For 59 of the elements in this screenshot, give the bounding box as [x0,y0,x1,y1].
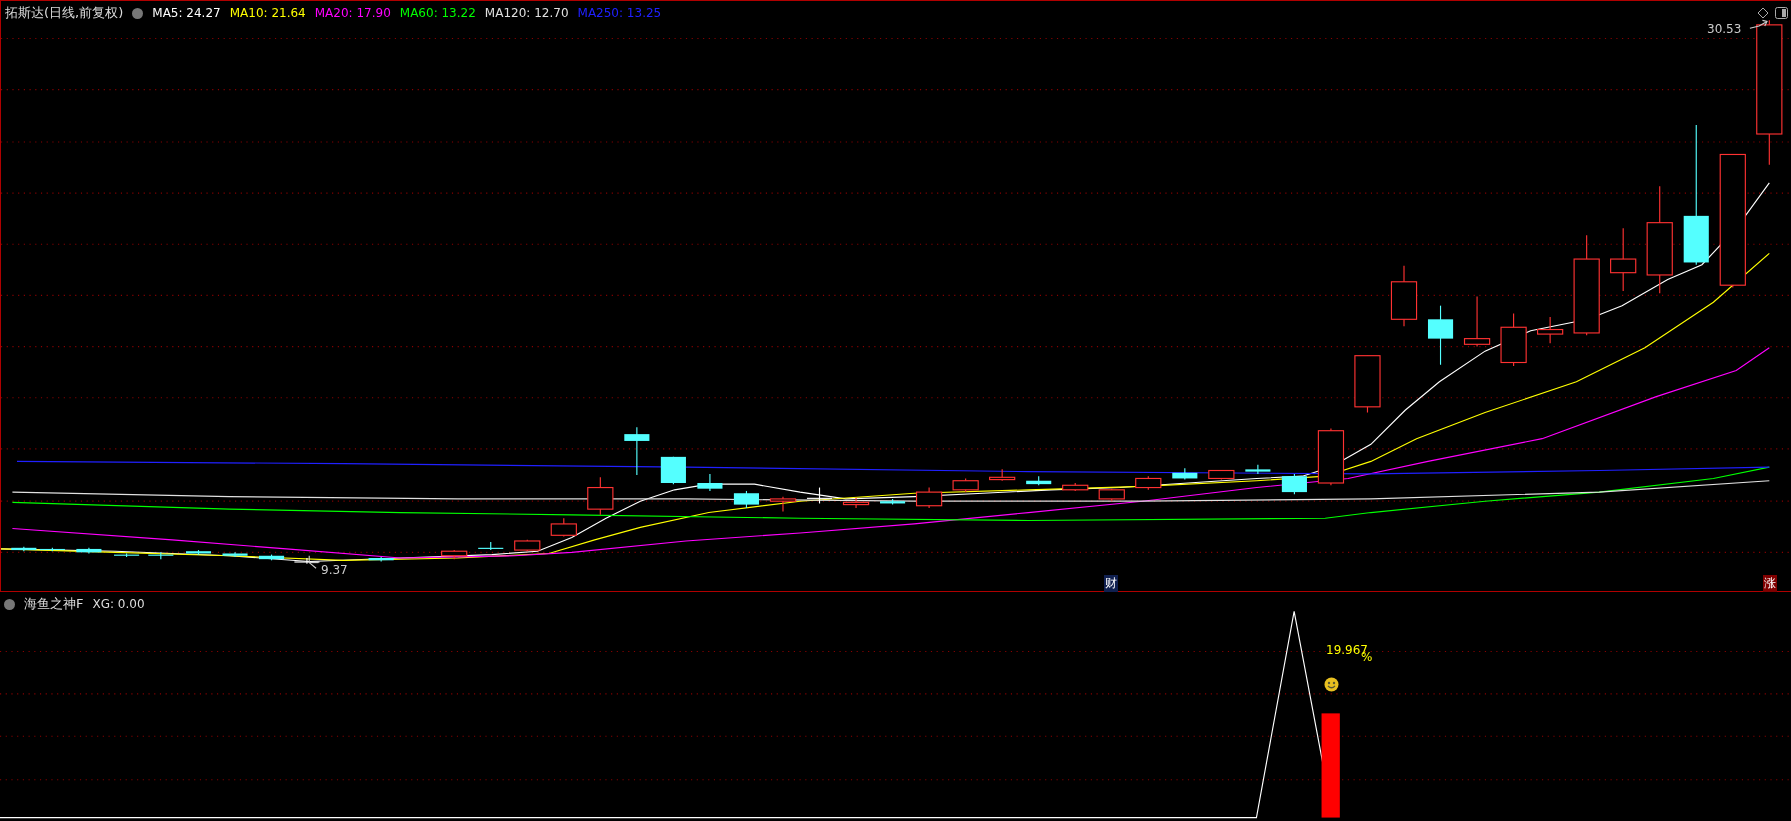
indicator-value: MA20: 17.90 [314,6,391,20]
candlestick [259,554,285,561]
candlestick [624,426,650,476]
candlestick [76,547,102,555]
candlestick [1428,305,1454,366]
candlestick [185,549,212,556]
arrow-icon [1749,19,1768,29]
low-price-label: 9.37 [321,563,348,577]
indicator-title: 海鱼之神F [24,595,84,613]
candlestick [880,498,906,506]
indicator-value: MA5: 24.27 [152,6,221,20]
candlestick [952,477,979,493]
candlestick [1537,316,1564,344]
candlestick [1208,469,1235,481]
candlestick [478,541,504,551]
candlestick [1463,296,1491,348]
candlestick [1245,464,1271,475]
candlestick [733,490,759,509]
event-marker[interactable]: 财 [1104,575,1118,592]
candlestick [1317,427,1345,486]
candlestick [148,551,174,560]
panel-toggle-icon[interactable] [1775,7,1788,19]
candlestick [550,517,577,537]
chart-title: 拓斯达(日线,前复权) [5,4,124,22]
candlestick [1062,482,1089,492]
candlestick [294,557,320,565]
candlestick [11,546,37,552]
candlestick [587,476,614,516]
candlestick [697,473,723,492]
diamond-icon[interactable] [1757,7,1769,19]
candlestick [1610,227,1637,292]
indicator-value: MA250: 13.25 [577,6,662,20]
candlestick [222,551,248,558]
indicator-value: MA120: 12.70 [484,6,569,20]
candlestick [842,497,870,509]
candlestick [806,487,833,505]
candlestick [114,552,140,558]
candlestick [660,456,686,485]
candlestick [989,468,1016,482]
candlestick [1500,313,1527,367]
candlestick [514,539,541,552]
candlestick [1390,265,1418,327]
high-price-label: 30.53 [1707,22,1742,36]
candlestick [441,549,468,560]
candlestick [368,556,394,562]
candlestick [1354,355,1381,414]
indicator-value: XG: 0.00 [92,597,145,611]
smiley-icon [1324,677,1339,692]
candlestick [39,547,65,552]
candlestick [769,496,797,512]
indicator-value: MA10: 21.64 [229,6,306,20]
event-marker[interactable]: 涨 [1763,575,1777,592]
candlestick [1281,473,1307,495]
candlestick [915,487,943,509]
candlestick [1026,475,1052,486]
candlestick [1135,475,1162,491]
indicator-value: MA60: 13.22 [399,6,476,20]
candlestick [1172,467,1198,481]
candlestick [1098,488,1125,502]
